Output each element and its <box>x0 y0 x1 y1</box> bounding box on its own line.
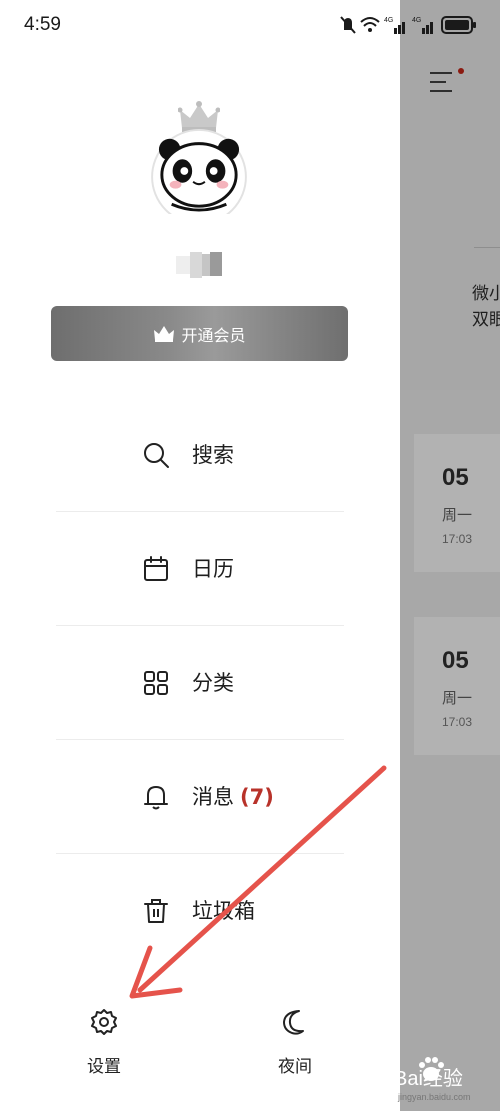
menu-item-label: 分类 <box>192 671 234 695</box>
header-divider <box>474 247 500 248</box>
grid-icon <box>144 671 168 695</box>
notification-dot <box>458 68 464 74</box>
vip-button-label: 开通会员 <box>181 325 246 345</box>
messages-label: 消息 <box>192 785 234 809</box>
avatar[interactable] <box>147 100 253 216</box>
note-weekday: 周一 <box>442 506 473 524</box>
status-time: 4:59 <box>24 14 61 35</box>
username-blurred <box>176 252 222 278</box>
menu-item-label: 消息 (7) <box>192 781 274 811</box>
note-preview-line2: 双眼 <box>472 310 500 330</box>
watermark-brand: Bai经验 <box>394 1068 463 1090</box>
calendar-icon <box>144 556 168 581</box>
signal-4g-icon: 4G <box>412 17 433 34</box>
menu-item-categories[interactable]: 分类 <box>56 626 344 738</box>
note-card[interactable]: 05 周一 17:03 <box>414 617 500 755</box>
battery-icon <box>441 16 476 34</box>
unread-count-badge: (7) <box>240 785 274 809</box>
bell-icon <box>144 786 168 810</box>
note-weekday: 周一 <box>442 689 473 707</box>
menu-item-label: 垃圾箱 <box>192 899 255 923</box>
trash-icon <box>144 899 168 923</box>
menu-item-search[interactable]: 搜索 <box>56 398 344 510</box>
menu-item-label: 日历 <box>192 557 234 581</box>
main-header <box>400 0 500 390</box>
note-day: 05 <box>442 647 469 674</box>
settings-label: 设置 <box>87 1057 121 1077</box>
main-screen-background[interactable]: 微小 双眼 05 周一 17:03 05 周一 17:03 <box>400 0 500 1111</box>
signal-4g-icon: 4G <box>384 17 405 34</box>
watermark-url: jingyan.baidu.com <box>398 1092 471 1102</box>
note-card[interactable]: 05 周一 17:03 <box>414 434 500 572</box>
panda-avatar-icon <box>151 128 247 214</box>
night-mode-label: 夜间 <box>278 1057 312 1077</box>
menu-item-calendar[interactable]: 日历 <box>56 512 344 624</box>
note-time: 17:03 <box>442 532 473 546</box>
crown-icon <box>154 325 175 342</box>
wifi-icon <box>360 17 380 32</box>
night-mode-button[interactable]: 夜间 <box>260 1008 330 1088</box>
vip-membership-button[interactable]: 开通会员 <box>51 306 348 361</box>
settings-button[interactable]: 设置 <box>69 1008 139 1088</box>
menu-icon[interactable] <box>430 72 456 96</box>
menu-item-messages[interactable]: 消息 (7) <box>56 740 344 852</box>
menu-item-label: 搜索 <box>192 443 234 467</box>
svg-text:4G: 4G <box>412 17 421 24</box>
note-day: 05 <box>442 464 469 491</box>
note-time: 17:03 <box>442 715 473 729</box>
watermark: Bai经验 jingyan.baidu.com <box>390 1052 500 1110</box>
side-drawer: 开通会员 搜索 日历 分类 消息 (7) 垃圾箱 设置 夜间 <box>0 0 400 1111</box>
search-icon <box>144 443 169 468</box>
note-preview-line1: 微小 <box>472 284 500 304</box>
mute-icon <box>340 16 356 34</box>
svg-text:4G: 4G <box>384 17 393 24</box>
moon-icon <box>283 1010 304 1035</box>
status-icons: 4G 4G <box>340 16 476 34</box>
menu-item-trash[interactable]: 垃圾箱 <box>56 854 344 966</box>
gear-icon <box>91 1009 117 1035</box>
